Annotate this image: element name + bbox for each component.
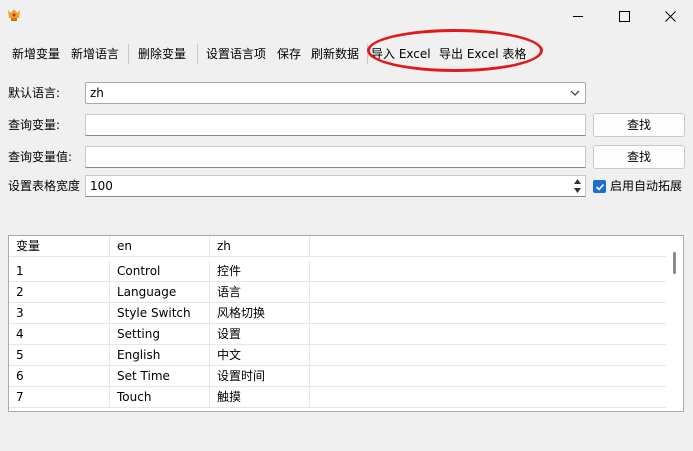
table-row[interactable]: 3 Style Switch 风格切换 [9,303,667,324]
chevron-up-icon [574,179,581,184]
set-language-item-button[interactable]: 设置语言项 [206,40,266,68]
default-language-select[interactable]: zh [85,82,586,104]
table-width-label: 设置表格宽度 [8,179,81,193]
column-header-zh[interactable]: zh [210,236,310,257]
find-value-button[interactable]: 查找 [593,145,685,169]
table-row[interactable]: 5 English 中文 [9,345,667,366]
maximize-button[interactable] [601,0,647,32]
cell-zh[interactable]: 控件 [210,261,310,282]
column-header-variable[interactable]: 变量 [9,236,110,257]
table-row[interactable]: 2 Language 语言 [9,282,667,303]
cell-zh[interactable]: 设置 [210,324,310,345]
cell-zh[interactable]: 语言 [210,282,310,303]
cell-variable[interactable]: 6 [9,366,110,387]
close-icon [664,10,676,22]
export-excel-button[interactable]: 导出 Excel 表格 [439,40,526,68]
add-variable-button[interactable]: 新增变量 [12,40,60,68]
toolbar-divider [367,44,368,64]
cell-en[interactable]: Touch [110,387,210,408]
close-button[interactable] [647,0,693,32]
toolbar-divider [128,44,129,64]
checkmark-icon [595,183,604,191]
cell-variable[interactable]: 7 [9,387,110,408]
cell-variable[interactable]: 2 [9,282,110,303]
import-excel-button[interactable]: 导入 Excel [371,40,431,68]
cell-zh[interactable]: 中文 [210,345,310,366]
table-scrollbar[interactable] [666,236,683,411]
table-width-spinbox[interactable]: 100 [85,175,586,197]
toolbar-divider [197,44,198,64]
default-language-value: zh [90,86,104,100]
delete-variable-button[interactable]: 删除变量 [138,40,186,68]
maximize-icon [618,10,630,22]
table-row[interactable]: 1 Control 控件 [9,261,667,282]
query-variable-label: 查询变量: [8,118,61,132]
table-width-value: 100 [90,179,113,193]
cell-en[interactable]: Set Time [110,366,210,387]
app-icon [8,9,20,21]
title-bar [0,0,693,32]
cell-en[interactable]: Setting [110,324,210,345]
auto-expand-label: 启用自动拓展 [610,179,683,193]
cell-variable[interactable]: 4 [9,324,110,345]
save-button[interactable]: 保存 [277,40,301,68]
refresh-data-button[interactable]: 刷新数据 [311,40,359,68]
query-value-input[interactable] [85,146,586,168]
cell-variable[interactable]: 5 [9,345,110,366]
find-variable-button[interactable]: 查找 [593,113,685,137]
column-header-en[interactable]: en [110,236,210,257]
cell-zh[interactable]: 设置时间 [210,366,310,387]
add-language-button[interactable]: 新增语言 [71,40,119,68]
query-value-label: 查询变量值: [8,150,73,164]
cell-en[interactable]: Style Switch [110,303,210,324]
table-row[interactable]: 4 Setting 设置 [9,324,667,345]
toolbar: 新增变量 新增语言 删除变量 设置语言项 保存 刷新数据 导入 Excel 导出… [0,40,693,68]
cell-en[interactable]: Language [110,282,210,303]
table-row[interactable]: 7 Touch 触摸 [9,387,667,408]
auto-expand-checkbox[interactable] [593,180,606,193]
cell-en[interactable]: Control [110,261,210,282]
data-table[interactable]: 变量 en zh 1 Control 控件 2 Language 语言 3 St… [8,235,684,412]
spin-up-button[interactable] [571,177,584,186]
cell-zh[interactable]: 风格切换 [210,303,310,324]
minimize-icon [572,15,583,17]
minimize-button[interactable] [555,0,601,32]
chevron-down-icon [574,188,581,193]
query-variable-input[interactable] [85,114,586,136]
chevron-down-icon [570,90,580,96]
cell-en[interactable]: English [110,345,210,366]
scrollbar-thumb[interactable] [673,252,676,274]
cell-variable[interactable]: 3 [9,303,110,324]
spin-down-button[interactable] [571,186,584,195]
table-row[interactable]: 6 Set Time 设置时间 [9,366,667,387]
table-header-row: 变量 en zh [9,236,667,257]
cell-zh[interactable]: 触摸 [210,387,310,408]
default-language-label: 默认语言: [8,86,61,100]
cell-variable[interactable]: 1 [9,261,110,282]
